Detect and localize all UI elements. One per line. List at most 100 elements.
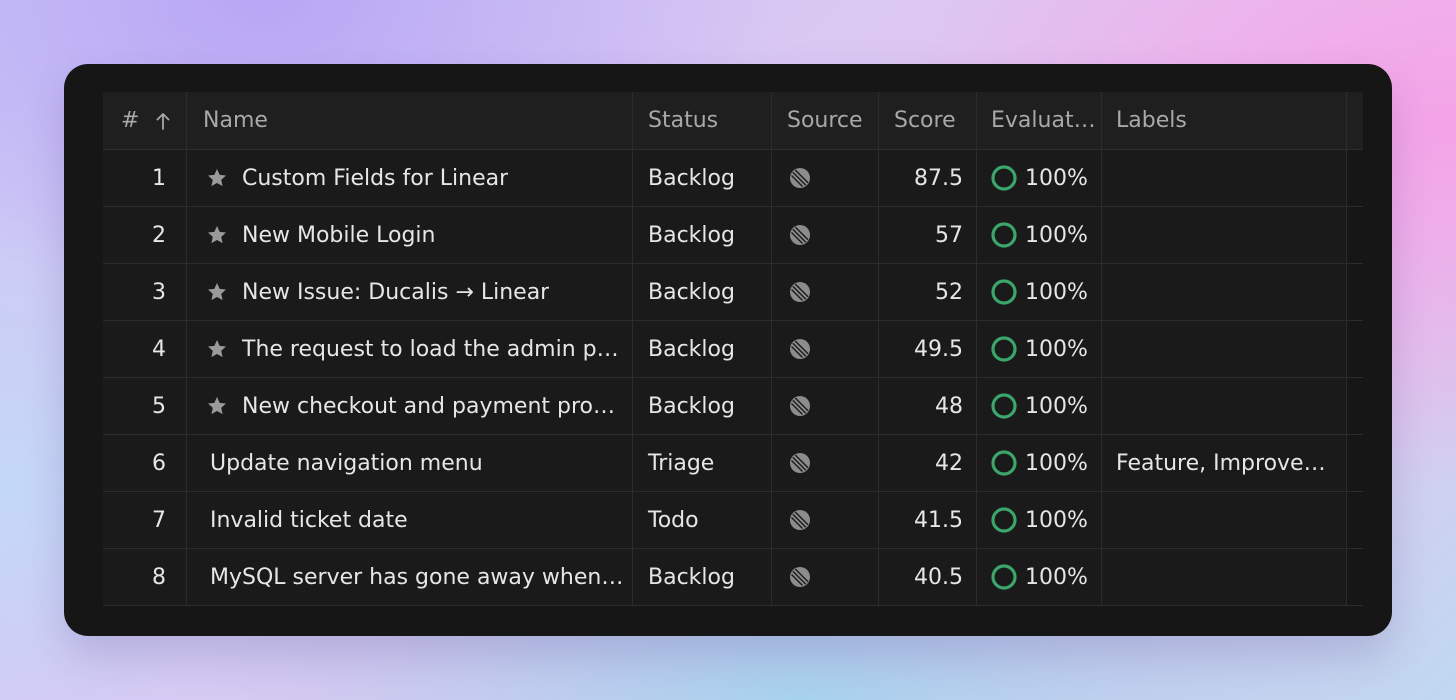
- column-header-evaluation[interactable]: Evaluat…: [977, 92, 1102, 149]
- table-row[interactable]: 7 Invalid ticket date Todo 41.5 100%: [103, 492, 1363, 549]
- evaluation-progress-ring-icon: [991, 165, 1017, 191]
- row-status-cell[interactable]: Backlog: [633, 207, 772, 263]
- row-labels-cell[interactable]: [1102, 321, 1347, 377]
- row-name: Custom Fields for Linear: [242, 165, 509, 191]
- evaluation-progress-ring-icon: [991, 564, 1017, 590]
- row-labels-cell[interactable]: [1102, 207, 1347, 263]
- row-number: 8: [152, 564, 166, 590]
- row-spacer: [1347, 264, 1363, 320]
- row-name-cell[interactable]: Invalid ticket date: [187, 492, 633, 548]
- evaluation-progress-ring-icon: [991, 450, 1017, 476]
- row-score-cell: 49.5: [879, 321, 977, 377]
- row-evaluation-cell: 100%: [977, 549, 1102, 605]
- row-source-cell: [772, 150, 879, 206]
- row-status-cell[interactable]: Triage: [633, 435, 772, 491]
- row-number-cell: 6: [103, 435, 187, 491]
- row-labels-cell[interactable]: [1102, 264, 1347, 320]
- row-evaluation-cell: 100%: [977, 321, 1102, 377]
- row-name: New Mobile Login: [242, 222, 436, 248]
- column-evaluation-label: Evaluat…: [991, 108, 1096, 133]
- row-evaluation: 100%: [1025, 222, 1088, 248]
- row-labels-cell[interactable]: Feature, Improvem…: [1102, 435, 1347, 491]
- row-status-cell[interactable]: Todo: [633, 492, 772, 548]
- table-row[interactable]: 8 MySQL server has gone away when… Backl…: [103, 549, 1363, 606]
- linear-source-icon: [790, 396, 810, 416]
- row-score: 42: [935, 450, 963, 476]
- row-name-cell[interactable]: New Issue: Ducalis → Linear: [187, 264, 633, 320]
- row-number: 5: [152, 393, 166, 419]
- row-source-cell: [772, 492, 879, 548]
- row-labels-cell[interactable]: [1102, 549, 1347, 605]
- row-source-cell: [772, 378, 879, 434]
- column-header-labels[interactable]: Labels: [1102, 92, 1347, 149]
- column-status-label: Status: [648, 108, 719, 133]
- column-header-score[interactable]: Score: [879, 92, 977, 149]
- row-spacer: [1347, 492, 1363, 548]
- row-labels-cell[interactable]: [1102, 150, 1347, 206]
- linear-source-icon: [790, 510, 810, 530]
- linear-source-icon: [790, 225, 810, 245]
- row-name: The request to load the admin p…: [242, 336, 619, 362]
- row-number-cell: 7: [103, 492, 187, 548]
- row-number: 6: [152, 450, 166, 476]
- sort-ascending-icon[interactable]: [155, 111, 171, 131]
- table-row[interactable]: 5 New checkout and payment pro… Backlog …: [103, 378, 1363, 435]
- row-evaluation: 100%: [1025, 393, 1088, 419]
- row-number-cell: 1: [103, 150, 187, 206]
- row-evaluation-cell: 100%: [977, 150, 1102, 206]
- star-icon[interactable]: [206, 224, 228, 246]
- row-evaluation: 100%: [1025, 279, 1088, 305]
- column-header-num[interactable]: #: [103, 92, 187, 149]
- linear-source-icon: [790, 282, 810, 302]
- table-row[interactable]: 3 New Issue: Ducalis → Linear Backlog 52…: [103, 264, 1363, 321]
- row-status: Backlog: [648, 165, 735, 191]
- row-score: 52: [935, 279, 963, 305]
- row-number: 1: [152, 165, 166, 191]
- row-labels-cell[interactable]: [1102, 492, 1347, 548]
- column-header-spacer: [1347, 92, 1363, 149]
- column-header-name[interactable]: Name: [187, 92, 633, 149]
- row-evaluation: 100%: [1025, 165, 1088, 191]
- row-status-cell[interactable]: Backlog: [633, 321, 772, 377]
- row-score-cell: 52: [879, 264, 977, 320]
- row-name-cell[interactable]: MySQL server has gone away when…: [187, 549, 633, 605]
- column-header-status[interactable]: Status: [633, 92, 772, 149]
- star-icon[interactable]: [206, 281, 228, 303]
- star-icon[interactable]: [206, 395, 228, 417]
- row-status-cell[interactable]: Backlog: [633, 264, 772, 320]
- linear-source-icon: [790, 168, 810, 188]
- star-icon[interactable]: [206, 167, 228, 189]
- row-score-cell: 87.5: [879, 150, 977, 206]
- row-score: 87.5: [914, 165, 963, 191]
- row-name: Invalid ticket date: [210, 507, 408, 533]
- table-row[interactable]: 2 New Mobile Login Backlog 57 100%: [103, 207, 1363, 264]
- row-number-cell: 5: [103, 378, 187, 434]
- row-name-cell[interactable]: The request to load the admin p…: [187, 321, 633, 377]
- row-status-cell[interactable]: Backlog: [633, 549, 772, 605]
- row-evaluation-cell: 100%: [977, 264, 1102, 320]
- row-labels-cell[interactable]: [1102, 378, 1347, 434]
- table-row[interactable]: 6 Update navigation menu Triage 42 100% …: [103, 435, 1363, 492]
- row-number-cell: 4: [103, 321, 187, 377]
- row-name-cell[interactable]: New Mobile Login: [187, 207, 633, 263]
- row-source-cell: [772, 321, 879, 377]
- row-name-cell[interactable]: New checkout and payment pro…: [187, 378, 633, 434]
- row-name-cell[interactable]: Update navigation menu: [187, 435, 633, 491]
- star-icon[interactable]: [206, 338, 228, 360]
- column-header-source[interactable]: Source: [772, 92, 879, 149]
- row-status: Backlog: [648, 222, 735, 248]
- row-status-cell[interactable]: Backlog: [633, 378, 772, 434]
- row-name-cell[interactable]: Custom Fields for Linear: [187, 150, 633, 206]
- row-source-cell: [772, 264, 879, 320]
- row-status: Backlog: [648, 279, 735, 305]
- evaluation-progress-ring-icon: [991, 279, 1017, 305]
- issues-table-card: # Name Status Source Score Evaluat… Labe…: [64, 64, 1392, 636]
- column-name-label: Name: [203, 108, 268, 133]
- table-row[interactable]: 1 Custom Fields for Linear Backlog 87.5 …: [103, 150, 1363, 207]
- row-evaluation: 100%: [1025, 564, 1088, 590]
- row-number: 7: [152, 507, 166, 533]
- table-row[interactable]: 4 The request to load the admin p… Backl…: [103, 321, 1363, 378]
- row-score: 49.5: [914, 336, 963, 362]
- row-number: 4: [152, 336, 166, 362]
- row-status-cell[interactable]: Backlog: [633, 150, 772, 206]
